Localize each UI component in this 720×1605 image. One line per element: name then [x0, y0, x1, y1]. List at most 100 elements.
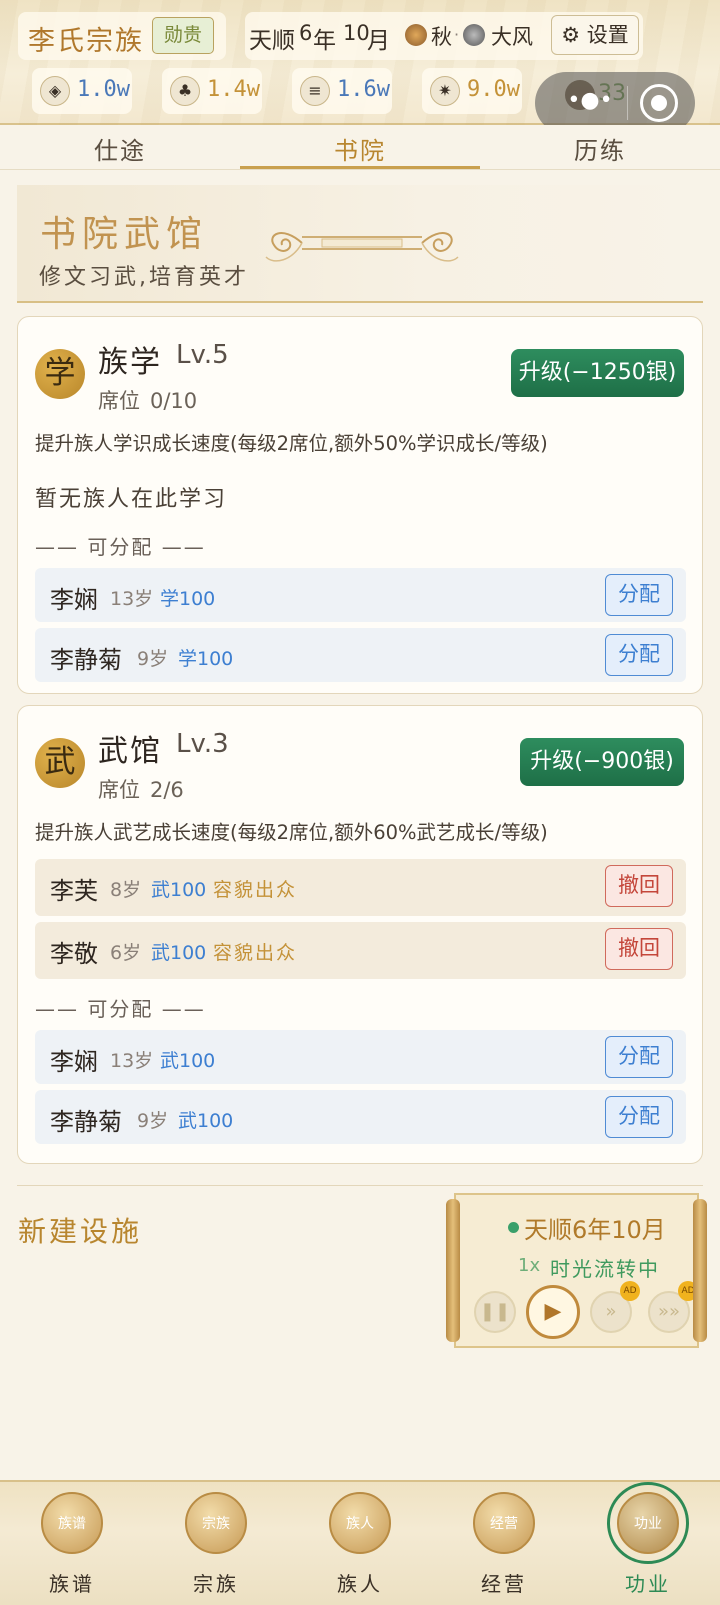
- tab-career[interactable]: 仕途: [0, 131, 240, 166]
- assign-button[interactable]: 分配: [605, 1036, 673, 1078]
- member-age: 13岁: [110, 1050, 154, 1072]
- nav-label: 族人: [337, 1572, 383, 1596]
- list-item: 李静菊 9岁 学100 分配: [35, 628, 686, 682]
- silver-icon: ◈: [40, 76, 70, 106]
- assign-button[interactable]: 分配: [605, 634, 673, 676]
- nav-members[interactable]: 族人 族人: [288, 1482, 432, 1605]
- nav-genealogy[interactable]: 族谱 族谱: [0, 1482, 144, 1605]
- grain-bag-icon: ♣: [170, 76, 200, 106]
- resource-fame[interactable]: ✷ 9.0w: [422, 68, 522, 114]
- tab-academy[interactable]: 书院: [240, 131, 480, 166]
- member-age: 6岁: [110, 942, 142, 964]
- nav-business[interactable]: 经营 经营: [432, 1482, 576, 1605]
- active-tab-indicator: [240, 166, 480, 169]
- ad-badge: AD: [620, 1281, 640, 1301]
- time-speed: 1x: [518, 1255, 541, 1276]
- member-stat: 武100: [151, 879, 207, 901]
- martial-seats: 席位 2/6: [98, 774, 184, 804]
- academy-seat-label: 席位: [98, 389, 140, 413]
- member-age: 9岁: [137, 648, 169, 670]
- nav-label: 族谱: [49, 1572, 95, 1596]
- year-number: 6: [299, 21, 313, 45]
- martial-description: 提升族人武艺成长速度(每级2席位,额外60%武艺成长/等级): [35, 821, 548, 844]
- date-panel: 天顺 6 年 10 月 秋 · 大风 ⚙ 设置: [245, 12, 643, 60]
- pause-icon: ❚❚: [479, 1301, 511, 1322]
- section-banner: 书院武馆 修文习武,培育英才: [17, 185, 703, 303]
- season-text: 秋: [431, 25, 452, 49]
- martial-seat-count: 2/6: [150, 778, 184, 802]
- martial-level: Lv.3: [176, 729, 229, 759]
- list-item: 李娴 13岁 武100 分配: [35, 1030, 686, 1084]
- assign-button[interactable]: 分配: [605, 1096, 673, 1138]
- member-age: 9岁: [137, 1110, 169, 1132]
- martial-available-divider: —— 可分配 ——: [35, 997, 206, 1021]
- member-name: 李娴: [50, 586, 98, 614]
- gear-icon: ⚙: [561, 23, 581, 47]
- era-name: 天顺: [249, 28, 295, 54]
- official-hat-icon: 功业: [617, 1492, 679, 1554]
- nav-label: 宗族: [193, 1572, 239, 1596]
- academy-card: 学 族学 Lv.5 席位 0/10 升级(−1250银) 提升族人学识成长速度(每…: [17, 316, 703, 694]
- nav-label: 经营: [481, 1572, 527, 1596]
- academy-seats: 席位 0/10: [98, 385, 197, 415]
- member-name: 李芙: [50, 877, 98, 905]
- clan-name: 李氏宗族: [28, 26, 144, 57]
- member-trait: 容貌出众: [213, 879, 298, 901]
- clan-panel: 李氏宗族 勋贵: [18, 12, 226, 60]
- nav-achievements[interactable]: 功业 功业: [576, 1482, 720, 1605]
- year-unit: 年: [313, 28, 336, 54]
- fast-forward-icon: »: [605, 1301, 617, 1322]
- scroll-rod-right: [693, 1199, 707, 1342]
- list-item: 李静菊 9岁 武100 分配: [35, 1090, 686, 1144]
- scroll-rod-left: [446, 1199, 460, 1342]
- academy-seat-count: 0/10: [150, 389, 198, 413]
- martial-name: 武馆: [98, 734, 162, 769]
- silver-value: 1.0w: [77, 77, 130, 102]
- academy-description: 提升族人学识成长速度(每级2席位,额外50%学识成长/等级): [35, 432, 548, 455]
- time-control-panel: 天顺6年10月 1x 时光流转中 ❚❚ ▶ » AD »» AD: [446, 1193, 707, 1348]
- play-button[interactable]: ▶: [526, 1285, 580, 1339]
- wind-icon: [463, 24, 485, 46]
- pause-button[interactable]: ❚❚: [474, 1291, 516, 1333]
- nav-label: 功业: [625, 1572, 671, 1596]
- member-age: 8岁: [110, 879, 142, 901]
- fame-icon: ✷: [430, 76, 460, 106]
- running-indicator-dot: [508, 1222, 519, 1233]
- clan-rank-badge[interactable]: 勋贵: [152, 17, 214, 54]
- weather-text: 大风: [491, 25, 533, 49]
- settings-label: 设置: [586, 23, 629, 47]
- close-miniapp-icon[interactable]: [640, 84, 678, 122]
- new-facility-heading: 新建设施: [18, 1215, 143, 1248]
- academy-seal-icon: 学: [35, 349, 85, 399]
- academy-empty-text: 暂无族人在此学习: [35, 487, 228, 512]
- member-name: 李娴: [50, 1048, 98, 1076]
- section-divider: [17, 1185, 703, 1186]
- month-unit: 月: [367, 28, 390, 54]
- cloth-value: 1.6w: [337, 77, 390, 102]
- top-status-bar: 李氏宗族 勋贵 天顺 6 年 10 月 秋 · 大风 ⚙ 设置 ◈ 1.0w ♣…: [0, 0, 720, 134]
- season-icon: [405, 24, 427, 46]
- recall-button[interactable]: 撤回: [605, 865, 673, 907]
- member-name: 李静菊: [50, 1108, 122, 1136]
- sub-tabs: 仕途 书院 历练: [0, 125, 720, 170]
- more-menu-icon[interactable]: •●•: [555, 90, 625, 116]
- month-number: 10: [343, 21, 370, 45]
- capsule-divider: [627, 86, 628, 120]
- martial-seat-label: 席位: [98, 778, 140, 802]
- settings-button[interactable]: ⚙ 设置: [551, 15, 639, 55]
- assign-button[interactable]: 分配: [605, 574, 673, 616]
- member-stat: 武100: [160, 1050, 216, 1072]
- resource-grain[interactable]: ♣ 1.4w: [162, 68, 262, 114]
- genealogy-book-icon: 族谱: [41, 1492, 103, 1554]
- member-age: 13岁: [110, 588, 154, 610]
- nav-clan[interactable]: 宗族 宗族: [144, 1482, 288, 1605]
- martial-upgrade-button[interactable]: 升级(−900银): [520, 738, 684, 786]
- tab-training[interactable]: 历练: [480, 131, 720, 166]
- resource-silver[interactable]: ◈ 1.0w: [32, 68, 132, 114]
- academy-level: Lv.5: [176, 340, 229, 370]
- resource-cloth[interactable]: ≡ 1.6w: [292, 68, 392, 114]
- academy-upgrade-button[interactable]: 升级(−1250银): [511, 349, 684, 397]
- season-weather-separator: ·: [454, 25, 460, 44]
- recall-button[interactable]: 撤回: [605, 928, 673, 970]
- cloth-icon: ≡: [300, 76, 330, 106]
